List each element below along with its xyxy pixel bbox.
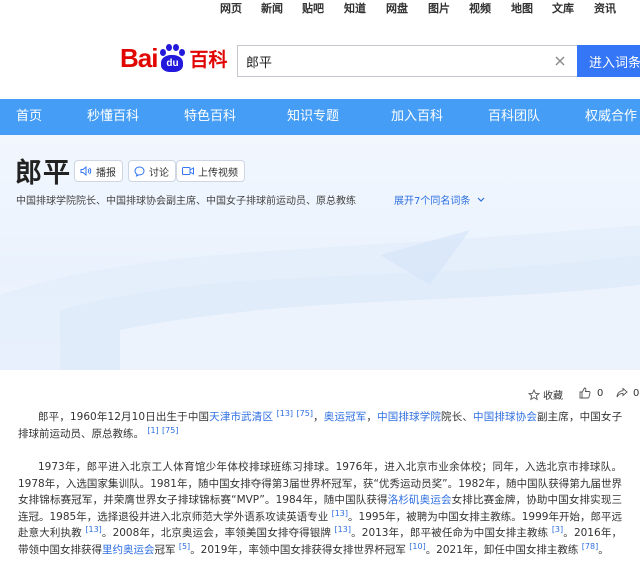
citation-75[interactable]: [75] (162, 426, 178, 435)
collect-button[interactable]: 收藏 (528, 387, 563, 402)
top-link-video[interactable]: 视频 (469, 0, 491, 16)
citation-3[interactable]: [3] (552, 525, 563, 534)
text-span: 。2013年，郎平被任命为中国女排主教练 (350, 527, 549, 539)
star-icon (528, 388, 540, 400)
link-volleyball-college[interactable]: 中国排球学院 (377, 411, 441, 423)
collect-label: 收藏 (543, 391, 563, 402)
citation-5[interactable]: [5] (179, 542, 190, 551)
link-olympic-champion[interactable]: 奥运冠军 (324, 411, 367, 423)
citation-13[interactable]: [13] (332, 509, 348, 518)
text-span: 冠军 (154, 543, 176, 556)
nav-item-miaodong[interactable]: 秒懂百科 (87, 99, 139, 135)
like-count: 0 (597, 387, 604, 399)
nav-item-team[interactable]: 百科团队 (488, 99, 540, 135)
citation-13[interactable]: [13] (335, 525, 351, 534)
baidu-baike-logo[interactable]: Bai du 百科 (120, 38, 227, 78)
top-links: 网页 新闻 贴吧 知道 网盘 图片 视频 地图 文库 资讯 (0, 0, 640, 16)
citation-13[interactable]: [13] (277, 409, 293, 418)
like-button[interactable]: 0 (579, 387, 603, 399)
link-volleyball-association[interactable]: 中国排球协会 (473, 411, 537, 423)
comment-icon (134, 165, 145, 177)
top-link-tieba[interactable]: 贴吧 (302, 0, 324, 16)
play-label: 播报 (96, 167, 116, 179)
text-span: 。 (598, 543, 609, 556)
text-span: 。2008年，北京奥运会，率领美国女排夺得银牌 (101, 527, 332, 539)
text-span: 。2021年，卸任中国女排主教练 (425, 543, 579, 556)
share-count: 0 (633, 387, 640, 399)
text-span: 院长、 (441, 411, 474, 423)
paw-icon: du (158, 43, 186, 73)
main-nav: 首页 秒懂百科 特色百科 知识专题 加入百科 百科团队 权威合作 (0, 99, 640, 135)
nav-item-partners[interactable]: 权威合作 (585, 99, 637, 135)
top-link-zhidao[interactable]: 知道 (344, 0, 366, 16)
nav-item-home[interactable]: 首页 (16, 99, 42, 135)
citation-10[interactable]: [10] (409, 542, 425, 551)
text-span: ， (312, 411, 324, 423)
close-icon[interactable] (553, 54, 567, 68)
summary-paragraph-2: 1973年，郎平进入北京工人体育馆少年体校排球班练习排球。1976年，进入北京市… (18, 459, 622, 558)
enter-entry-button[interactable]: 进入词条 (577, 45, 640, 77)
top-link-news-info[interactable]: 资讯 (594, 0, 616, 16)
nav-item-featured[interactable]: 特色百科 (184, 99, 236, 135)
text-span: 。2019年，率领中国女排获得女排世界杯冠军 (190, 543, 406, 556)
top-link-web[interactable]: 网页 (220, 0, 242, 16)
expand-homonyms-link[interactable]: 展开7个同名词条 (394, 192, 485, 207)
nav-item-join[interactable]: 加入百科 (391, 99, 443, 135)
discuss-button[interactable]: 讨论 (128, 160, 176, 182)
text-span: ， (366, 411, 378, 423)
expand-homonyms-label: 展开7个同名词条 (394, 196, 471, 207)
top-link-images[interactable]: 图片 (428, 0, 450, 16)
search-input[interactable] (238, 46, 538, 76)
logo-baike-text: 百科 (189, 48, 228, 71)
discuss-label: 讨论 (149, 167, 169, 179)
top-link-news[interactable]: 新闻 (261, 0, 283, 16)
share-button[interactable]: 0 (616, 387, 639, 399)
speaker-icon (80, 166, 92, 176)
video-camera-icon (182, 167, 194, 175)
summary-paragraph-1: 郎平，1960年12月10日出生于中国天津市武清区 [13] [75]，奥运冠军… (18, 409, 622, 442)
share-icon (616, 387, 628, 398)
citation-78[interactable]: [78] (582, 542, 598, 551)
entry-title: 郎平 (15, 158, 71, 189)
chevron-down-icon (477, 197, 484, 202)
thumbs-up-icon (579, 387, 591, 399)
link-rio-olympics[interactable]: 里约奥运会 (102, 544, 155, 556)
entry-subtitle: 中国排球学院院长、中国排球协会副主席、中国女子排球前运动员、原总教练 (16, 196, 356, 207)
link-los-angeles-olympics[interactable]: 洛杉矶奥运会 (388, 494, 452, 506)
logo-bai-text: Bai (120, 42, 158, 73)
citation-1[interactable]: [1] (147, 426, 158, 435)
top-link-map[interactable]: 地图 (511, 0, 533, 16)
search-box (237, 45, 577, 77)
text-span: 郎平，1960年12月10日出生于中国 (38, 411, 210, 423)
upload-video-label: 上传视频 (198, 167, 238, 179)
play-button[interactable]: 播报 (74, 160, 123, 182)
top-link-pan[interactable]: 网盘 (386, 0, 408, 16)
logo-du-text: du (161, 55, 184, 72)
citation-75[interactable]: [75] (297, 409, 313, 418)
upload-video-button[interactable]: 上传视频 (176, 160, 245, 182)
nav-item-topics[interactable]: 知识专题 (287, 99, 339, 135)
link-wuqing[interactable]: 天津市武清区 (209, 411, 273, 423)
citation-13[interactable]: [13] (85, 525, 101, 534)
top-link-wenku[interactable]: 文库 (552, 0, 574, 16)
